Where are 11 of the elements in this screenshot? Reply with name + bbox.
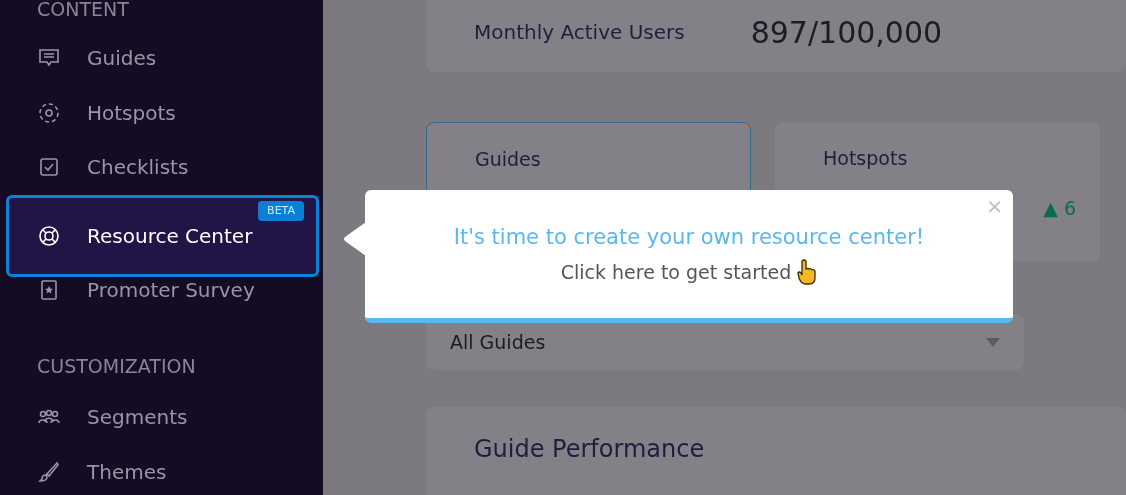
trend-value: ▲ 6 — [1043, 195, 1076, 221]
beta-badge: BETA — [258, 200, 304, 221]
stat-label: Guides — [475, 147, 542, 172]
stat-label: Hotspots — [823, 146, 909, 171]
panel-title: Guide Performance — [474, 434, 706, 465]
usage-label: Monthly Active Users — [474, 19, 685, 46]
section-heading: CUSTOMIZATION — [36, 357, 197, 376]
popup-text: Click here to get started — [560, 259, 792, 285]
section-heading: CONTENT — [36, 0, 130, 19]
usage-value: 897/100,000 — [750, 13, 943, 52]
popup-title: It's time to create your own resource center! — [453, 224, 925, 251]
